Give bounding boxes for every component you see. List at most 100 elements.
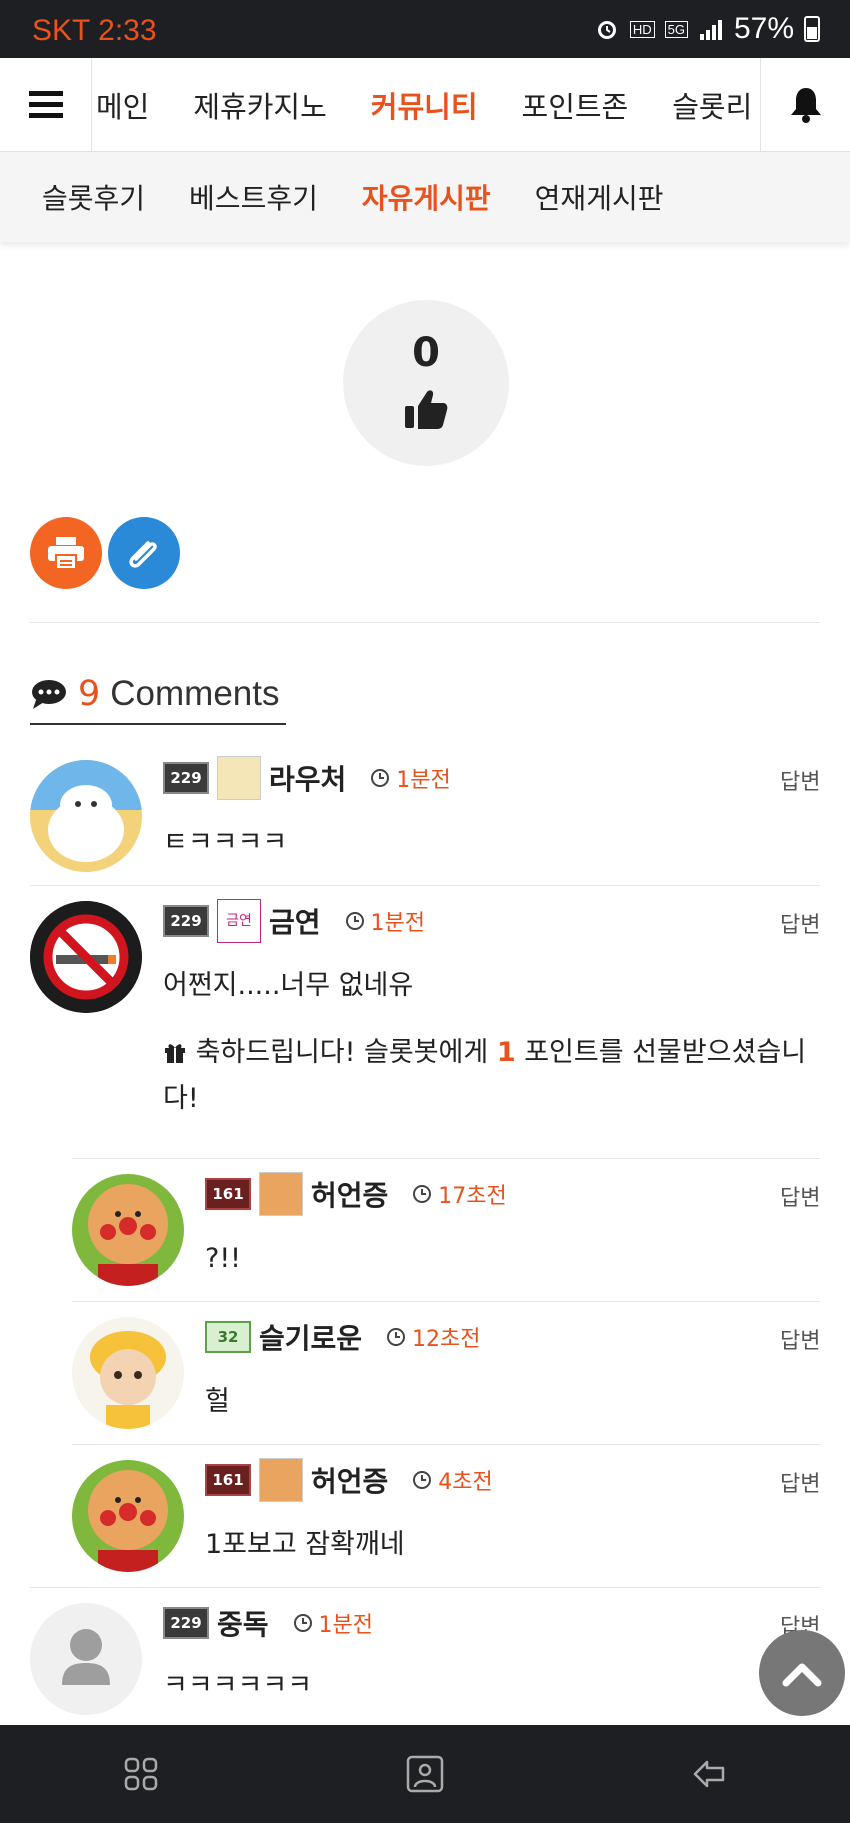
avatar[interactable]: [72, 1317, 184, 1429]
system-nav-bar: [0, 1725, 850, 1823]
battery-icon: [804, 16, 820, 42]
comment-text: 1포보고 잠확깨네: [205, 1529, 405, 1560]
divider: [72, 1158, 820, 1159]
subnav-serial-board[interactable]: 연재게시판: [513, 177, 686, 217]
notifications-button[interactable]: [760, 58, 850, 152]
comment-header: 229 금연 금연 1분전: [163, 897, 425, 945]
username[interactable]: 중독: [217, 1603, 269, 1643]
reply-item: 161 허언증 17초전 답변 ?!!: [0, 1166, 850, 1301]
comment-text: ㅋㅋㅋㅋㅋㅋ: [163, 1670, 313, 1701]
comment-header: 229 라우처 1분전: [163, 754, 451, 802]
divider: [72, 1444, 820, 1445]
alarm-icon: [597, 21, 616, 39]
clock-icon: [387, 1328, 406, 1346]
comment-time-text: 1분전: [370, 911, 426, 936]
back-icon[interactable]: [691, 1758, 727, 1790]
level-badge: 229: [163, 905, 209, 937]
user-mini-icon: [217, 756, 261, 800]
home-icon[interactable]: [406, 1755, 444, 1793]
default-user-icon: [62, 1629, 110, 1685]
comment-time: 1분전: [345, 905, 425, 937]
comment-header: 161 허언증 17초전: [205, 1170, 507, 1218]
avatar[interactable]: [72, 1460, 184, 1572]
reply-item: 161 허언증 4초전 답변 1포보고 잠확깨네: [0, 1452, 850, 1587]
menu-icon: [28, 91, 63, 118]
comment-item: 229 금연 금연 1분전 답변 어쩐지.....너무 없네유 축하드립니다! …: [0, 893, 850, 1158]
avatar[interactable]: [30, 760, 142, 872]
reply-button[interactable]: 답변: [780, 1323, 820, 1355]
comment-header: 161 허언증 4초전: [205, 1456, 493, 1504]
menu-button[interactable]: [0, 58, 92, 152]
status-time: SKT 2:33: [32, 14, 157, 47]
level-badge: 229: [163, 1607, 209, 1639]
username[interactable]: 허언증: [311, 1174, 388, 1214]
nav-item-main[interactable]: 메인: [92, 84, 171, 126]
print-button[interactable]: [30, 517, 102, 589]
like-button[interactable]: 0: [343, 300, 509, 466]
clock-icon: [371, 769, 390, 787]
level-badge: 32: [205, 1321, 251, 1353]
network-badge: 5G: [664, 20, 688, 38]
subnav-best-review[interactable]: 베스트후기: [167, 177, 340, 217]
comment-time: 17초전: [412, 1178, 507, 1210]
recent-apps-icon[interactable]: [123, 1756, 159, 1792]
avatar[interactable]: [30, 1603, 142, 1715]
comment-time-text: 1분전: [318, 1613, 374, 1638]
main-nav-scroll[interactable]: 메인 제휴카지노 커뮤니티 포인트존 슬롯리: [92, 58, 760, 152]
chevron-up-icon: [782, 1663, 822, 1687]
gift-text-pre: 축하드립니다! 슬롯봇에게: [195, 1037, 497, 1068]
nav-item-community[interactable]: 커뮤니티: [349, 84, 500, 126]
signal-icon: [699, 20, 722, 40]
comment-header: 229 중독 1분전: [163, 1599, 373, 1647]
username[interactable]: 금연: [269, 901, 321, 941]
username[interactable]: 슬기로운: [259, 1317, 362, 1357]
divider: [30, 622, 820, 623]
divider: [72, 1301, 820, 1302]
clock-icon: [293, 1614, 312, 1632]
nav-item-partner-casino[interactable]: 제휴카지노: [171, 84, 348, 126]
comment-time: 12초전: [386, 1321, 481, 1353]
reply-button[interactable]: 답변: [780, 1180, 820, 1212]
comment-text: ?!!: [205, 1243, 241, 1274]
username[interactable]: 라우처: [269, 758, 346, 798]
gift-points: 1: [496, 1037, 516, 1068]
comment-time-text: 17초전: [438, 1184, 507, 1209]
username[interactable]: 허언증: [311, 1460, 388, 1500]
nav-item-slot[interactable]: 슬롯리: [650, 84, 760, 126]
comment-item: 229 중독 1분전 답변 ㅋㅋㅋㅋㅋㅋ: [0, 1595, 850, 1725]
top-navigation: 메인 제휴카지노 커뮤니티 포인트존 슬롯리: [0, 58, 850, 152]
clock-icon: [345, 912, 364, 930]
reply-button[interactable]: 답변: [780, 764, 820, 796]
avatar[interactable]: [30, 901, 142, 1013]
avatar[interactable]: [72, 1174, 184, 1286]
user-mini-icon: [259, 1458, 303, 1502]
attachment-button[interactable]: [108, 517, 180, 589]
bell-icon: [790, 88, 821, 123]
scroll-top-button[interactable]: [759, 1630, 845, 1716]
thumbs-up-icon: [405, 390, 448, 429]
clock-icon: [413, 1185, 432, 1203]
subnav-slot-review[interactable]: 슬롯후기: [20, 177, 167, 217]
status-icons: HD 5G 57%: [594, 12, 820, 46]
comment-time-text: 1분전: [396, 768, 451, 793]
comment-time: 1분전: [370, 762, 451, 794]
comment-text: ㅌㅋㅋㅋㅋ: [163, 827, 288, 858]
gift-message: 축하드립니다! 슬롯봇에게 1 포인트를 선물받으셨습니다!: [163, 1030, 828, 1122]
comment-header: 32 슬기로운 12초전: [205, 1313, 481, 1361]
reply-button[interactable]: 답변: [780, 907, 820, 939]
nav-item-point-zone[interactable]: 포인트존: [500, 84, 651, 126]
comment-time: 1분전: [293, 1607, 373, 1639]
battery-percent: 57%: [733, 12, 794, 45]
clock-icon: [413, 1471, 432, 1489]
subnav-free-board[interactable]: 자유게시판: [340, 177, 513, 217]
divider: [30, 885, 820, 886]
level-badge: 229: [163, 762, 209, 794]
comment-time-text: 4초전: [438, 1470, 493, 1495]
status-bar: SKT 2:33 HD 5G 57%: [0, 0, 850, 58]
paperclip-icon: [129, 541, 157, 568]
comments-label: Comments: [110, 674, 280, 713]
reply-button[interactable]: 답변: [780, 1466, 820, 1498]
print-icon: [48, 537, 84, 570]
hd-voice-badge: HD: [629, 20, 655, 38]
comments-header: 9 Comments: [30, 665, 286, 725]
